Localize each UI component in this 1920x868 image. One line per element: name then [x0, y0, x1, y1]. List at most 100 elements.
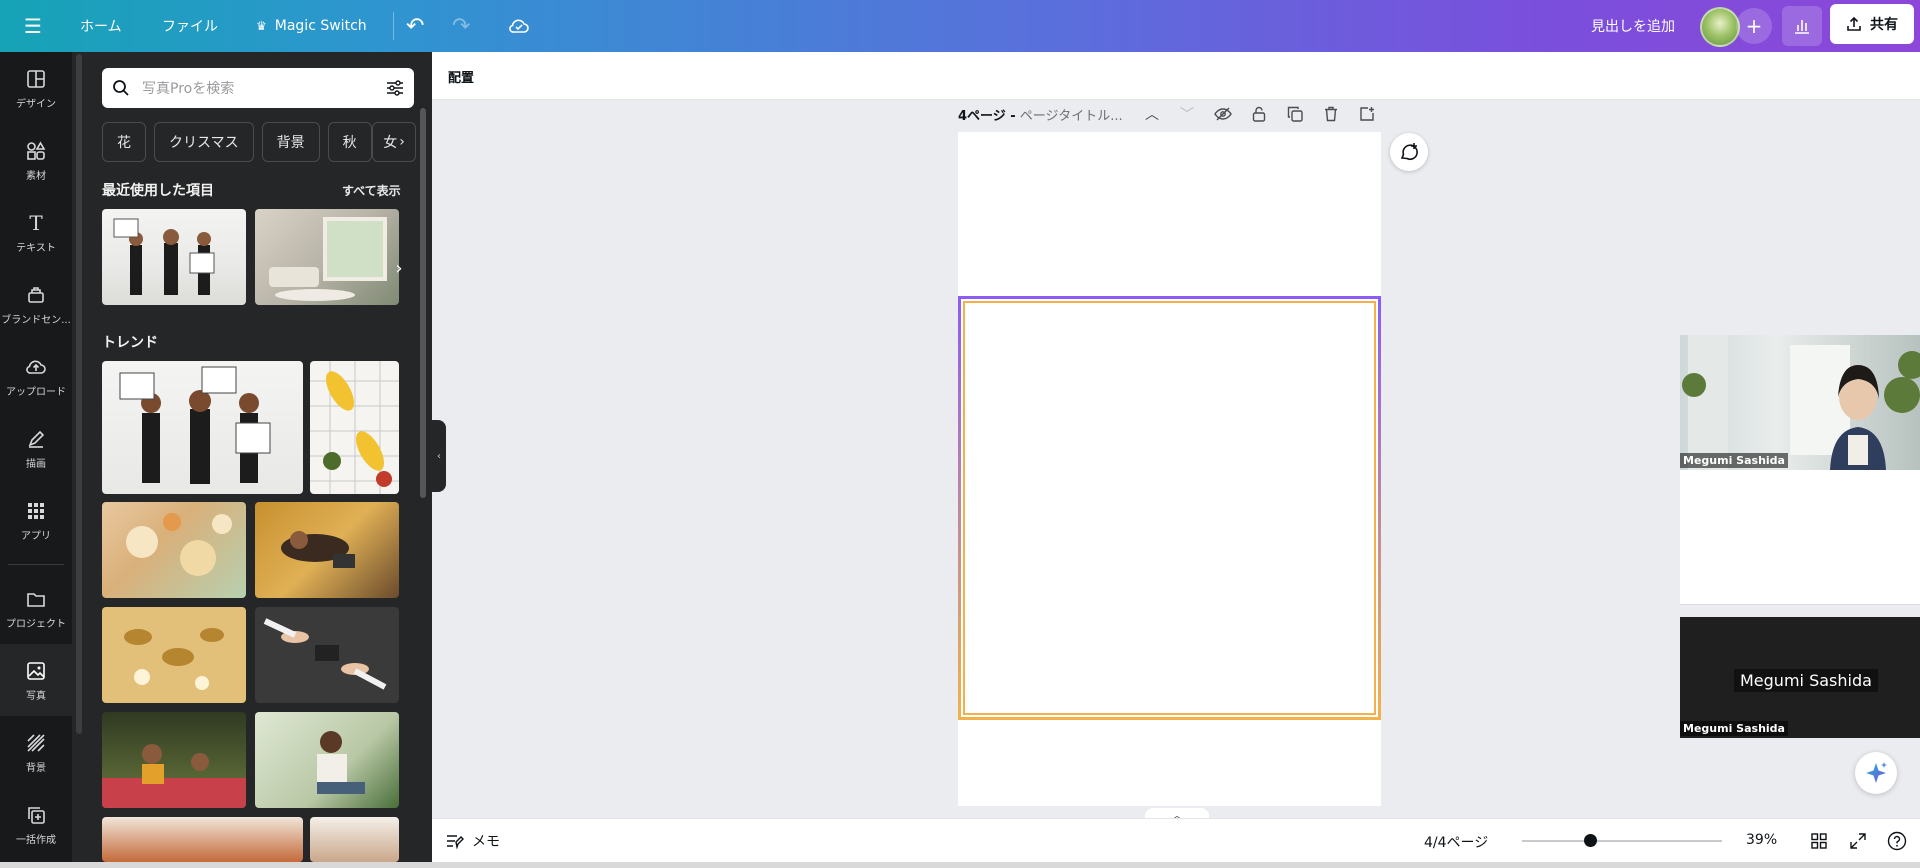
recent-photo-living-room[interactable] [255, 209, 399, 305]
folder-icon [24, 587, 48, 611]
rail-item-apps[interactable]: アプリ [0, 484, 72, 556]
trend-photo-woman-sitting[interactable] [255, 712, 399, 808]
rail-scrollbar[interactable] [76, 54, 82, 734]
add-heading-button[interactable]: 見出しを追加 [1591, 0, 1675, 52]
rail-item-brand[interactable]: ブランドセン... [0, 268, 72, 340]
chip-christmas[interactable]: クリスマス [154, 122, 254, 162]
crown-icon: ♛ [256, 19, 267, 33]
chevron-up-icon[interactable]: ︿ [1142, 104, 1162, 124]
rail-item-design[interactable]: デザイン [0, 52, 72, 124]
share-button[interactable]: 共有 [1830, 4, 1914, 44]
zoom-level[interactable]: 39% [1746, 832, 1777, 848]
chip-background[interactable]: 背景 [261, 122, 320, 162]
rail-divider [8, 564, 64, 565]
selected-frame[interactable] [958, 296, 1381, 720]
text-icon: T [29, 210, 43, 235]
layout-icon [24, 67, 48, 91]
recent-next-arrow-icon[interactable]: › [390, 248, 408, 288]
home-button[interactable]: ホーム [80, 0, 122, 52]
magic-switch-button[interactable]: ♛ Magic Switch [256, 0, 367, 52]
video-call-overlay: Megumi Sashida Megumi Sashida Megumi Sas… [1680, 335, 1920, 738]
video-tile-camera-off: Megumi Sashida Megumi Sashida [1680, 617, 1920, 738]
video-tile-blank [1680, 470, 1920, 605]
panel-scrollbar[interactable] [420, 108, 426, 498]
trend-photo-partial-2[interactable] [310, 817, 399, 862]
grid-view-icon[interactable] [1808, 830, 1830, 852]
rail-label: テキスト [16, 242, 56, 254]
zoom-slider-track[interactable] [1522, 840, 1722, 842]
photo-search-input[interactable]: 写真Proを検索 [102, 68, 414, 108]
rail-item-text[interactable]: T テキスト [0, 196, 72, 268]
fullscreen-icon[interactable] [1847, 830, 1869, 852]
trend-photo-hands-table[interactable] [255, 607, 399, 703]
photos-panel: 写真Proを検索 花 クリスマス 背景 秋 女 › 最近使用した項目 すべて表示 … [72, 52, 432, 862]
duplicate-page-icon[interactable] [1285, 104, 1305, 124]
cloud-upload-icon [24, 355, 48, 379]
rail-item-uploads[interactable]: アップロード [0, 340, 72, 412]
notes-icon [447, 835, 464, 849]
apps-grid-icon [24, 499, 48, 523]
redo-icon[interactable]: ↷ [452, 0, 470, 52]
chip-flower[interactable]: 花 [102, 122, 146, 162]
rail-item-elements[interactable]: 素材 [0, 124, 72, 196]
rail-item-draw[interactable]: 描画 [0, 412, 72, 484]
rail-item-photos[interactable]: 写真 [0, 644, 72, 716]
cloud-save-icon[interactable] [508, 0, 530, 52]
chip-autumn[interactable]: 秋 [327, 122, 372, 162]
collapse-panel-chevron-icon[interactable]: ‹ [432, 420, 446, 492]
trend-photo-activists[interactable] [102, 361, 303, 494]
see-all-link[interactable]: すべて表示 [342, 182, 401, 199]
trend-photo-family-picnic[interactable] [102, 712, 246, 808]
arrange-button[interactable]: 配置 [448, 67, 474, 86]
rail-label: アップロード [6, 386, 66, 398]
zoom-slider-handle[interactable] [1584, 834, 1597, 847]
page-title-input[interactable]: ページタイトル... [1020, 105, 1123, 124]
hide-page-icon[interactable] [1213, 104, 1233, 124]
search-icon [113, 80, 129, 96]
undo-icon[interactable]: ↶ [406, 0, 424, 52]
bottom-status-bar: メモ 4/4ページ 39% [432, 818, 1920, 862]
file-menu-button[interactable]: ファイル [162, 0, 218, 52]
trend-photo-food-table[interactable] [102, 502, 246, 598]
help-icon[interactable] [1886, 830, 1908, 852]
rail-label: 描画 [26, 458, 46, 470]
page-count[interactable]: 4/4ページ [1424, 832, 1488, 852]
hamburger-menu-icon[interactable]: ☰ [24, 0, 42, 52]
add-collaborator-icon[interactable]: + [1736, 8, 1772, 44]
add-comment-icon[interactable] [1390, 133, 1428, 171]
chevron-down-icon[interactable]: ﹀ [1177, 104, 1197, 124]
avatar[interactable] [1700, 7, 1740, 47]
shapes-icon [24, 139, 48, 163]
rail-label: 素材 [26, 170, 46, 182]
rail-label: デザイン [16, 98, 56, 110]
rail-item-backgrounds[interactable]: 背景 [0, 716, 72, 788]
delete-page-icon[interactable] [1321, 104, 1341, 124]
trend-photo-partial-1[interactable] [102, 817, 303, 862]
lock-icon[interactable] [1249, 104, 1269, 124]
magic-assistant-sparkle-icon[interactable] [1855, 752, 1897, 794]
window-bottom-edge [0, 862, 1920, 868]
context-toolbar: 配置 [432, 52, 1920, 100]
pattern-icon [24, 731, 48, 755]
chip-partial: 女 [383, 135, 398, 151]
rail-item-bulk-create[interactable]: 一括作成 [0, 788, 72, 860]
trend-photo-bottles[interactable] [102, 607, 246, 703]
pen-icon [24, 427, 48, 451]
notes-button[interactable]: メモ [446, 831, 500, 851]
recent-photo-activists[interactable] [102, 209, 246, 305]
trend-photo-friends-lying[interactable] [255, 502, 399, 598]
magic-switch-label: Magic Switch [274, 18, 367, 34]
rail-label: 一括作成 [16, 834, 56, 846]
insights-chart-icon[interactable] [1782, 6, 1822, 46]
add-page-icon[interactable] [1357, 104, 1377, 124]
rail-item-projects[interactable]: プロジェクト [0, 572, 72, 644]
page-canvas-upper[interactable] [958, 132, 1381, 296]
search-placeholder: 写真Proを検索 [142, 81, 235, 97]
chips-next-button[interactable]: 女 › [372, 122, 416, 162]
rail-label: ブランドセン... [1, 314, 71, 326]
toolbar-divider [393, 12, 394, 40]
filter-icon[interactable] [386, 79, 404, 97]
rail-label: プロジェクト [6, 618, 66, 630]
page-canvas-lower[interactable] [958, 720, 1381, 806]
trend-photo-corn[interactable] [310, 361, 399, 494]
